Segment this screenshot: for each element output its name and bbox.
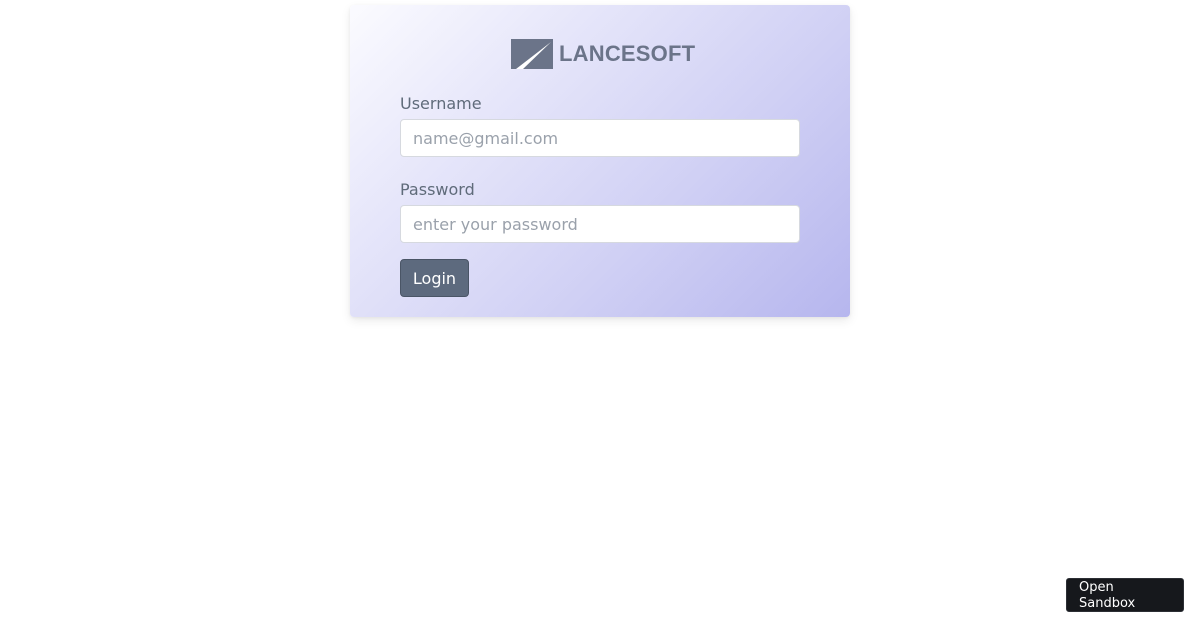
lancesoft-logo-icon	[511, 39, 553, 69]
brand-logo: LANCESOFT	[511, 39, 695, 69]
login-button[interactable]: Login	[400, 259, 469, 297]
username-input[interactable]	[400, 119, 800, 157]
login-card: LANCESOFT Username Password Login	[350, 5, 850, 317]
password-label: Password	[400, 180, 475, 199]
open-sandbox-button[interactable]: Open Sandbox	[1066, 578, 1184, 612]
password-input[interactable]	[400, 205, 800, 243]
username-label: Username	[400, 94, 482, 113]
brand-name: LANCESOFT	[559, 41, 696, 66]
